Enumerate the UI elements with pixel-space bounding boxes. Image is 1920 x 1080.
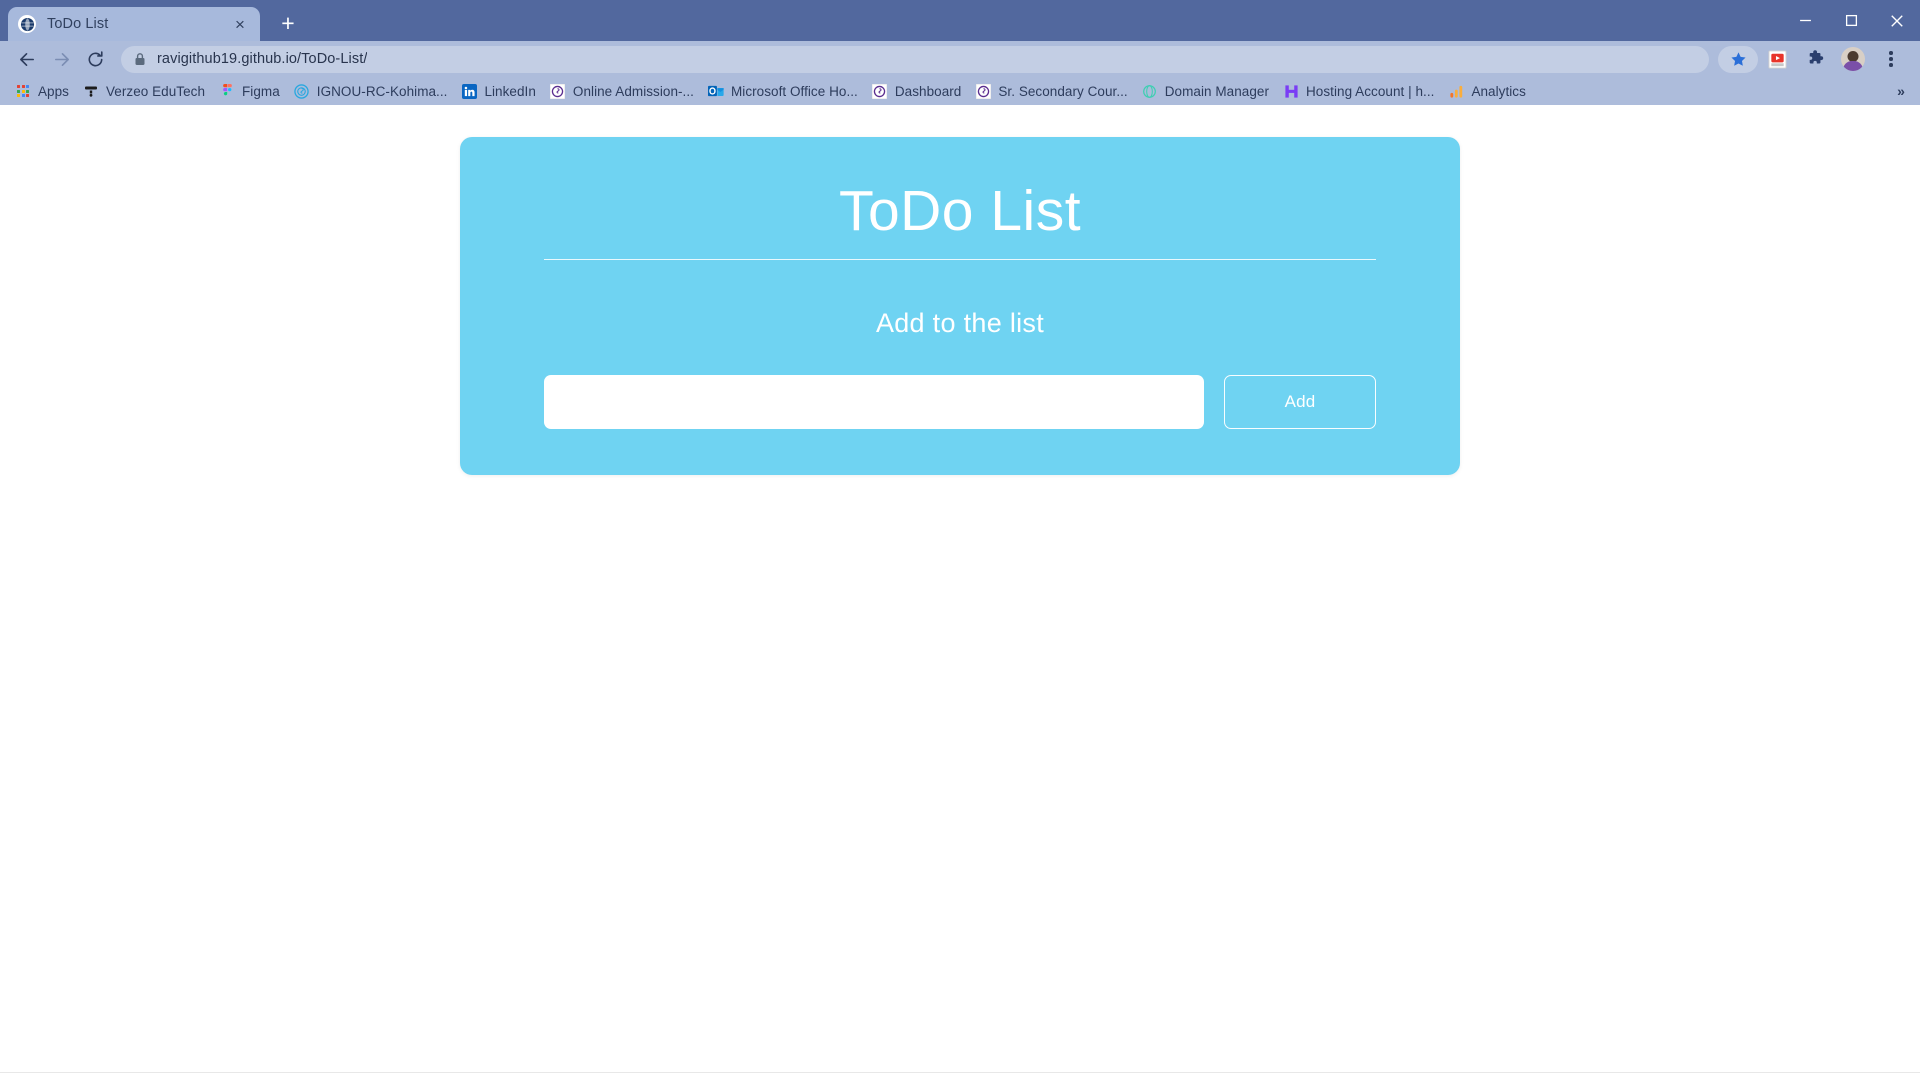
bookmark-figma[interactable]: Figma — [212, 79, 287, 103]
new-tab-button[interactable]: + — [272, 7, 304, 39]
bookmark-verzeo-edutech[interactable]: Verzeo EduTech — [76, 79, 212, 103]
back-icon[interactable] — [10, 44, 44, 74]
bookmark-apps[interactable]: Apps — [8, 79, 76, 103]
linkedin-icon — [461, 83, 477, 99]
title-divider — [544, 258, 1376, 260]
lock-icon — [134, 52, 146, 66]
bookmark-label: Hosting Account | h... — [1306, 83, 1435, 99]
outlook-icon — [707, 83, 724, 99]
close-icon[interactable]: × — [230, 14, 250, 34]
verzeo-icon — [83, 83, 99, 99]
bookmark-label: Dashboard — [894, 83, 962, 99]
browser-window: ToDo List × + ravigithub19.github.io/ToD… — [0, 0, 1920, 1080]
minimize-icon[interactable] — [1782, 0, 1828, 41]
extension-icon[interactable] — [1762, 44, 1792, 74]
url-text: ravigithub19.github.io/ToDo-List/ — [157, 51, 368, 67]
ignou-icon — [294, 83, 310, 99]
bookmark-sr-secondary-course[interactable]: Sr. Secondary Cour... — [968, 79, 1134, 103]
bookmark-label: IGNOU-RC-Kohima... — [316, 83, 448, 99]
toolbar-actions — [1718, 44, 1910, 74]
bookmark-label: Domain Manager — [1164, 83, 1269, 99]
bookmark-microsoft-office-home[interactable]: Microsoft Office Ho... — [701, 79, 865, 103]
forward-icon[interactable] — [44, 44, 78, 74]
bookmark-label: Analytics — [1471, 83, 1526, 99]
tab-strip: ToDo List × + — [0, 0, 1920, 41]
bookmarks-bar: Apps Verzeo EduTech Figma IGNOU-RC-Kohim… — [0, 77, 1920, 105]
bookmark-domain-manager[interactable]: Domain Manager — [1135, 79, 1276, 103]
address-bar[interactable]: ravigithub19.github.io/ToDo-List/ — [121, 45, 1709, 73]
window-controls — [1782, 0, 1920, 41]
bookmark-linkedin[interactable]: LinkedIn — [454, 79, 542, 103]
figma-icon — [219, 83, 235, 99]
add-todo-form: Add — [544, 374, 1376, 429]
puzzle-icon[interactable] — [1800, 44, 1830, 74]
page-title: ToDo List — [838, 179, 1082, 243]
maximize-icon[interactable] — [1828, 0, 1874, 41]
add-button[interactable]: Add — [1224, 374, 1376, 429]
avatar[interactable] — [1838, 44, 1868, 74]
browser-toolbar: ravigithub19.github.io/ToDo-List/ — [0, 41, 1920, 77]
todo-input[interactable] — [544, 374, 1204, 429]
bookmark-dashboard[interactable]: Dashboard — [865, 79, 969, 103]
bookmark-label: Microsoft Office Ho... — [730, 83, 858, 99]
kebab-menu-icon[interactable] — [1876, 44, 1906, 74]
bookmark-online-admission[interactable]: Online Admission-... — [543, 79, 701, 103]
bookmark-label: Sr. Secondary Cour... — [998, 83, 1128, 99]
ignou-icon — [975, 83, 991, 99]
bookmarks-overflow-button[interactable]: » — [1890, 77, 1912, 105]
hosting-icon — [1283, 83, 1299, 99]
ignou-icon — [872, 83, 888, 99]
avatar-image — [1841, 47, 1865, 71]
reload-icon[interactable] — [78, 44, 112, 74]
apps-grid-icon — [15, 83, 31, 99]
bookmark-label: Figma — [242, 83, 280, 99]
bookmark-label: LinkedIn — [484, 83, 536, 99]
bookmark-hosting-account[interactable]: Hosting Account | h... — [1276, 79, 1441, 103]
bookmark-label: Online Admission-... — [572, 83, 694, 99]
analytics-icon — [1448, 83, 1464, 99]
page-viewport: ToDo List Add to the list Add — [0, 105, 1920, 1080]
bookmark-label: Apps — [38, 83, 69, 99]
tab-title: ToDo List — [47, 16, 109, 32]
bookmark-ignou-rc-kohima[interactable]: IGNOU-RC-Kohima... — [287, 79, 455, 103]
browser-tab[interactable]: ToDo List × — [8, 7, 260, 41]
bookmark-analytics[interactable]: Analytics — [1441, 79, 1532, 103]
bookmark-star-icon[interactable] — [1718, 45, 1758, 73]
add-section-label: Add to the list — [875, 307, 1045, 338]
kebab-dots — [1889, 51, 1893, 67]
domain-icon — [1142, 83, 1158, 99]
globe-icon — [18, 15, 36, 33]
ignou-icon — [550, 83, 566, 99]
bookmark-label: Verzeo EduTech — [105, 83, 206, 99]
todo-card: ToDo List Add to the list Add — [460, 137, 1460, 475]
close-window-icon[interactable] — [1874, 0, 1920, 41]
page-bottom-edge — [0, 1072, 1920, 1080]
